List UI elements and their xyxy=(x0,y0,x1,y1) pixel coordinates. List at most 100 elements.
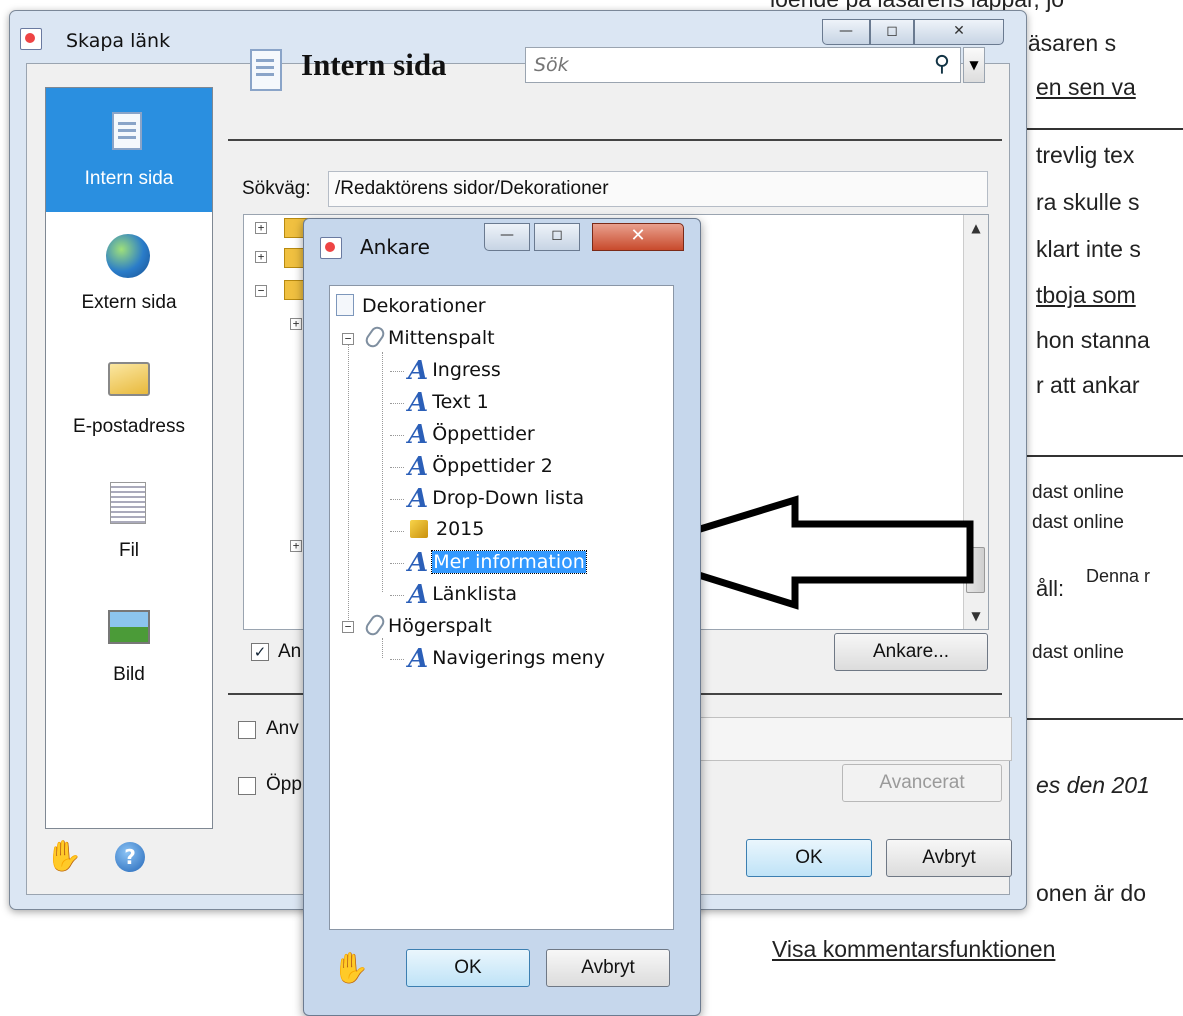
tree-node-anchor[interactable]: A Länklista xyxy=(408,580,517,610)
sidebar-item-image[interactable]: Bild xyxy=(46,584,212,708)
bg-divider xyxy=(1010,718,1183,720)
link-type-sidebar: Intern sida Extern sida E-postadress Fil… xyxy=(45,87,213,829)
ok-button[interactable]: OK xyxy=(746,839,872,877)
close-button[interactable]: ✕ xyxy=(914,19,1004,45)
tree-line xyxy=(390,403,404,404)
tree-node-root[interactable]: Dekorationer xyxy=(336,294,486,317)
search-icon[interactable]: ⚲ xyxy=(934,52,950,77)
tree-node-label: 2015 xyxy=(436,518,485,540)
checkbox-open[interactable] xyxy=(238,777,256,795)
path-field[interactable]: /Redaktörens sidor/Dekorationer xyxy=(328,171,988,207)
search-dropdown-button[interactable]: ▼ xyxy=(963,47,985,83)
file-icon xyxy=(110,482,146,524)
anchor-dialog: Ankare — ◻ ✕ Dekorationer − Mittenspalt … xyxy=(303,218,701,1016)
tree-node-label: Öppettider 2 xyxy=(432,455,553,477)
bg-text-line: åll: xyxy=(1036,576,1065,601)
sidebar-item-file[interactable]: Fil xyxy=(46,460,212,584)
bg-text-line: ra skulle s xyxy=(1036,189,1140,215)
sidebar-item-external-page[interactable]: Extern sida xyxy=(46,212,212,336)
page-title: Intern sida xyxy=(301,47,447,82)
tree-node-anchor[interactable]: A Öppettider xyxy=(408,420,535,450)
sidebar-item-label: Bild xyxy=(113,664,145,685)
scroll-up-icon[interactable]: ▲ xyxy=(964,221,988,235)
sidebar-item-label: Extern sida xyxy=(81,292,177,313)
tree-node-anchor-selected[interactable]: A Mer information xyxy=(408,548,587,578)
bg-text-line: es den 201 xyxy=(1036,772,1150,798)
tree-expander[interactable]: + xyxy=(290,540,302,552)
paperclip-icon xyxy=(362,611,388,639)
tree-line xyxy=(390,563,404,564)
tree-expander[interactable]: − xyxy=(342,621,354,633)
anchor-cancel-button[interactable]: Avbryt xyxy=(546,949,670,987)
tree-line xyxy=(390,531,404,532)
tree-scrollbar[interactable]: ▲ ▼ xyxy=(963,215,988,629)
maximize-button[interactable]: ◻ xyxy=(870,19,914,45)
tree-expander[interactable]: − xyxy=(342,333,354,345)
email-icon xyxy=(108,362,150,396)
sidebar-item-internal-page[interactable]: Intern sida xyxy=(46,88,212,212)
text-anchor-icon: A xyxy=(408,484,429,514)
tree-node-anchor[interactable]: A Navigerings meny xyxy=(408,644,605,674)
bg-text-line: onen är do xyxy=(1036,880,1146,906)
tree-node-anchor[interactable]: A Text 1 xyxy=(408,388,489,418)
tree-line xyxy=(390,595,404,596)
scroll-thumb[interactable] xyxy=(966,547,985,593)
anchor-button[interactable]: Ankare... xyxy=(834,633,988,671)
help-icon[interactable]: ? xyxy=(115,842,145,872)
tree-expander[interactable]: + xyxy=(290,318,302,330)
globe-icon xyxy=(106,234,150,278)
bg-small-text: dast online xyxy=(1032,512,1124,533)
tree-node-label: Text 1 xyxy=(432,391,489,413)
advanced-button[interactable]: Avancerat xyxy=(842,764,1002,802)
search-box: ⚲ xyxy=(525,47,961,83)
tree-line xyxy=(382,352,383,592)
tree-expander[interactable]: + xyxy=(255,251,267,263)
internal-page-icon xyxy=(112,112,154,154)
tree-expander[interactable]: − xyxy=(255,285,267,297)
minimize-button[interactable]: — xyxy=(484,223,530,251)
minimize-button[interactable]: — xyxy=(822,19,870,45)
tree-node-label: Mer information xyxy=(431,550,587,574)
tree-node-label: Länklista xyxy=(432,583,518,605)
anchor-ok-button[interactable]: OK xyxy=(406,949,530,987)
close-button[interactable]: ✕ xyxy=(592,223,684,251)
tree-line xyxy=(382,638,383,658)
bg-text-line: r att ankar xyxy=(1036,372,1140,398)
hand-logo-icon: ✋ xyxy=(332,951,370,986)
dialog-title: Skapa länk xyxy=(66,30,171,52)
tree-node-anchor[interactable]: A Ingress xyxy=(408,356,501,386)
scroll-down-icon[interactable]: ▼ xyxy=(964,609,988,623)
tree-node-label: Öppettider xyxy=(432,423,535,445)
bg-small-text: dast online xyxy=(1032,642,1124,663)
tree-line xyxy=(390,371,404,372)
cancel-button[interactable]: Avbryt xyxy=(886,839,1012,877)
checkbox-use-label: Anv xyxy=(266,718,299,739)
tree-node-anchor[interactable]: 2015 xyxy=(410,518,484,540)
tree-line xyxy=(390,659,404,660)
use-field[interactable] xyxy=(700,717,1012,761)
checkbox-use[interactable] xyxy=(238,721,256,739)
tree-node-group[interactable]: Mittenspalt xyxy=(362,323,495,351)
tree-node-anchor[interactable]: A Öppettider 2 xyxy=(408,452,553,482)
paperclip-icon xyxy=(362,323,388,351)
tree-line xyxy=(390,435,404,436)
text-anchor-icon: A xyxy=(408,580,429,610)
sidebar-item-email[interactable]: E-postadress xyxy=(46,336,212,460)
checkbox-anchor[interactable]: ✓ xyxy=(251,643,269,661)
bg-link-line[interactable]: en sen va xyxy=(1036,74,1136,101)
text-anchor-icon: A xyxy=(408,356,429,386)
checkbox-anchor-label: An xyxy=(278,641,302,662)
anchor-tree[interactable]: Dekorationer − Mittenspalt A Ingress A Tex… xyxy=(329,285,674,930)
tree-node-group[interactable]: Högerspalt xyxy=(362,611,492,639)
tree-node-anchor[interactable]: A Drop-Down lista xyxy=(408,484,584,514)
minimize-icon: — xyxy=(839,23,853,39)
search-input[interactable] xyxy=(532,48,926,82)
tree-expander[interactable]: + xyxy=(255,222,267,234)
bg-link-line[interactable]: tboja som xyxy=(1036,282,1136,309)
maximize-button[interactable]: ◻ xyxy=(534,223,580,251)
text-anchor-icon: A xyxy=(408,420,429,450)
bg-divider xyxy=(1010,128,1183,130)
bg-divider xyxy=(1010,455,1183,457)
show-comments-link[interactable]: Visa kommentarsfunktionen xyxy=(772,936,1055,963)
maximize-icon: ◻ xyxy=(886,23,898,39)
